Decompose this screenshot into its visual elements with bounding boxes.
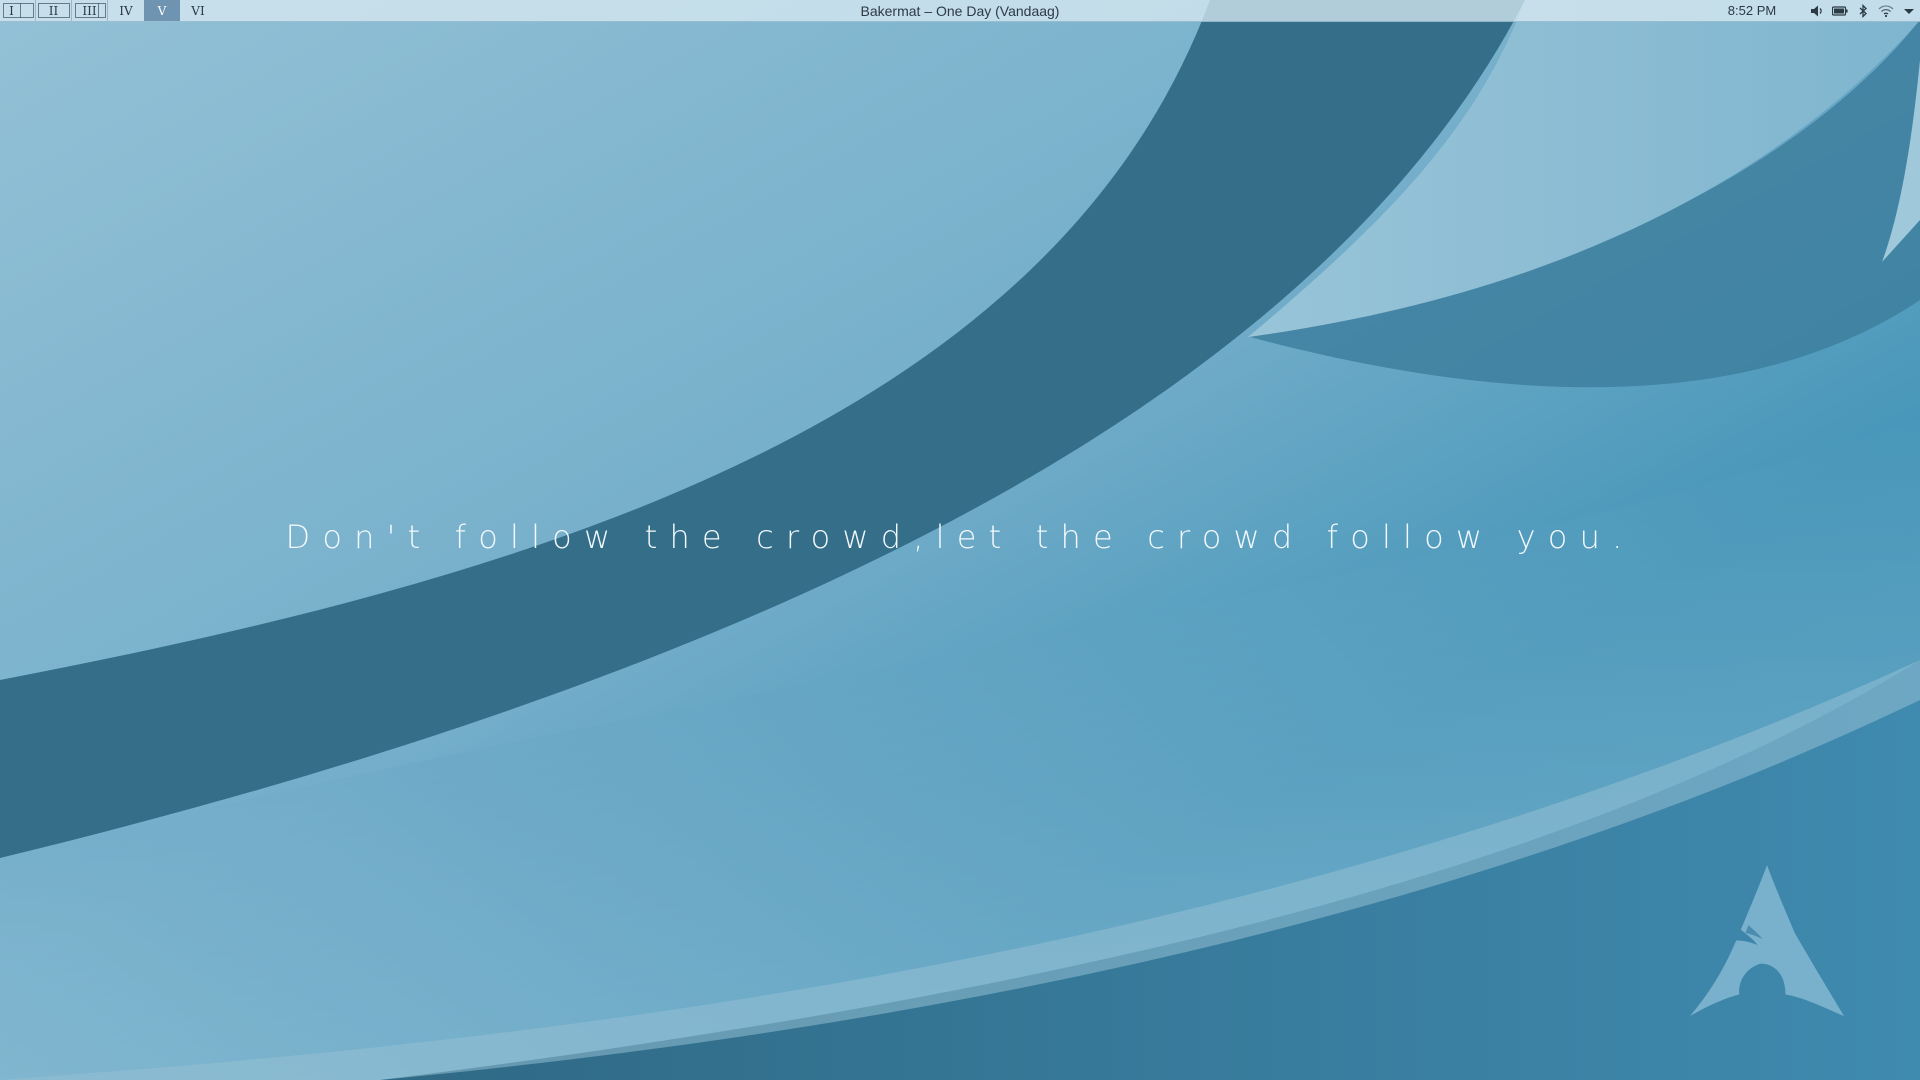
system-tray <box>1808 0 1917 22</box>
arch-linux-logo <box>1690 865 1844 1016</box>
clock[interactable]: 8:52 PM <box>1716 0 1788 22</box>
bluetooth-icon[interactable] <box>1854 3 1871 20</box>
active-window-title[interactable]: Bakermat – One Day (Vandaag) <box>0 0 1920 22</box>
desktop: Don't follow the crowd,let the crowd fol… <box>0 0 1920 1080</box>
desktop-quote: Don't follow the crowd,let the crowd fol… <box>285 518 1635 556</box>
wifi-icon[interactable] <box>1877 3 1894 20</box>
top-panel: I II III IV V VI Bakermat – One Day (Van… <box>0 0 1920 22</box>
chevron-down-icon[interactable] <box>1900 3 1917 20</box>
battery-icon[interactable] <box>1831 3 1848 20</box>
volume-icon[interactable] <box>1808 3 1825 20</box>
